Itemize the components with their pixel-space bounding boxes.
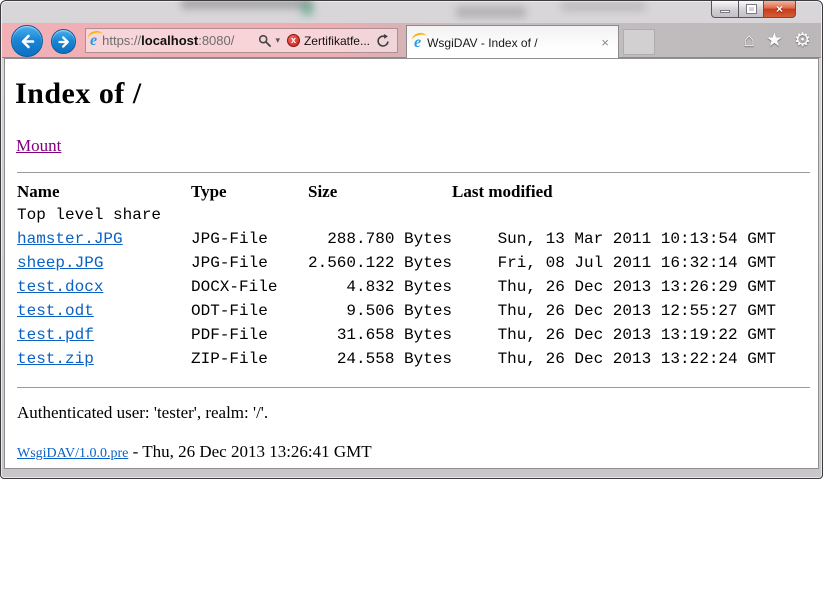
table-row: test.pdf PDF-File 31.658 Bytes Thu, 26 D… xyxy=(17,323,776,347)
tools-gear-icon[interactable]: ⚙ xyxy=(794,28,811,54)
footer: WsgiDAV/1.0.0.pre - Thu, 26 Dec 2013 13:… xyxy=(17,442,818,462)
forward-button[interactable] xyxy=(51,29,76,54)
file-modified: Thu, 26 Dec 2013 13:19:22 GMT xyxy=(452,323,776,347)
file-table-body: Top level share hamster.JPG JPG-File 288… xyxy=(17,203,776,371)
table-row: test.docx DOCX-File 4.832 Bytes Thu, 26 … xyxy=(17,275,776,299)
search-dropdown-icon[interactable]: ▾ xyxy=(275,35,280,46)
certificate-error-icon: x xyxy=(287,34,300,47)
file-modified: Thu, 26 Dec 2013 13:26:29 GMT xyxy=(452,275,776,299)
file-link[interactable]: test.odt xyxy=(17,302,94,320)
close-icon: × xyxy=(776,3,783,15)
minimize-button[interactable] xyxy=(711,1,739,18)
file-size: 2.560.122 Bytes xyxy=(308,251,452,275)
file-link[interactable]: sheep.JPG xyxy=(17,254,103,272)
certificate-error-button[interactable]: x Zertifikatfe... xyxy=(284,32,373,50)
file-modified: Thu, 26 Dec 2013 12:55:27 GMT xyxy=(452,299,776,323)
tab-wsgidav[interactable]: e WsgiDAV - Index of / × xyxy=(406,25,619,59)
table-header-row: Name Type Size Last modified xyxy=(17,180,776,203)
file-size: 288.780 Bytes xyxy=(308,227,452,251)
glass-blur-shape xyxy=(181,0,311,9)
column-header-size: Size xyxy=(308,180,452,203)
certificate-error-label: Zertifikatfe... xyxy=(304,34,370,48)
tab-favicon-ie-icon: e xyxy=(414,35,421,51)
file-size: 9.506 Bytes xyxy=(308,299,452,323)
browser-toolbar-icons: ⌂ ★ ⚙ xyxy=(743,28,811,54)
file-link[interactable]: test.zip xyxy=(17,350,94,368)
file-link[interactable]: test.docx xyxy=(17,278,103,296)
window-controls: × xyxy=(712,1,796,18)
navigation-bar: e https://localhost:8080/ ▾ x Zertifikat… xyxy=(2,23,821,58)
refresh-icon[interactable] xyxy=(376,34,390,48)
file-size: 4.832 Bytes xyxy=(308,275,452,299)
footer-timestamp: - Thu, 26 Dec 2013 13:26:41 GMT xyxy=(128,442,371,461)
divider xyxy=(17,172,810,173)
file-type: JPG-File xyxy=(191,251,308,275)
share-note: Top level share xyxy=(17,203,776,227)
maximize-button[interactable] xyxy=(738,1,764,18)
wsgidav-version-link[interactable]: WsgiDAV/1.0.0.pre xyxy=(17,446,128,461)
forward-arrow-icon xyxy=(57,35,71,49)
share-note-row: Top level share xyxy=(17,203,776,227)
home-icon[interactable]: ⌂ xyxy=(743,28,754,54)
file-size: 24.558 Bytes xyxy=(308,347,452,371)
table-row: hamster.JPG JPG-File 288.780 Bytes Sun, … xyxy=(17,227,776,251)
table-row: sheep.JPG JPG-File 2.560.122 Bytes Fri, … xyxy=(17,251,776,275)
file-modified: Fri, 08 Jul 2011 16:32:14 GMT xyxy=(452,251,776,275)
file-type: ODT-File xyxy=(191,299,308,323)
back-button[interactable] xyxy=(11,25,43,57)
column-header-type: Type xyxy=(191,180,308,203)
tab-title: WsgiDAV - Index of / xyxy=(427,36,593,50)
glass-blur-shape xyxy=(456,6,526,18)
table-row: test.odt ODT-File 9.506 Bytes Thu, 26 De… xyxy=(17,299,776,323)
file-link[interactable]: test.pdf xyxy=(17,326,94,344)
file-type: ZIP-File xyxy=(191,347,308,371)
url-text: https://localhost:8080/ xyxy=(102,33,255,48)
page-content: Index of / Mount Name Type Size Last mod… xyxy=(4,58,819,469)
file-table: Name Type Size Last modified Top level s… xyxy=(17,180,776,371)
file-type: JPG-File xyxy=(191,227,308,251)
file-link[interactable]: hamster.JPG xyxy=(17,230,123,248)
tab-close-icon[interactable]: × xyxy=(599,36,611,49)
file-type: DOCX-File xyxy=(191,275,308,299)
minimize-icon xyxy=(720,10,730,13)
glass-blur-shape xyxy=(301,1,314,16)
favorites-star-icon[interactable]: ★ xyxy=(766,28,783,54)
page-title: Index of / xyxy=(15,77,818,111)
column-header-name: Name xyxy=(17,180,191,203)
table-row: test.zip ZIP-File 24.558 Bytes Thu, 26 D… xyxy=(17,347,776,371)
divider xyxy=(17,387,810,388)
ie-logo-icon: e xyxy=(90,33,97,49)
file-modified: Thu, 26 Dec 2013 13:22:24 GMT xyxy=(452,347,776,371)
authenticated-user-text: Authenticated user: 'tester', realm: '/'… xyxy=(17,403,818,423)
mount-link[interactable]: Mount xyxy=(16,136,61,156)
column-header-last-modified: Last modified xyxy=(452,180,776,203)
file-modified: Sun, 13 Mar 2011 10:13:54 GMT xyxy=(452,227,776,251)
address-bar[interactable]: e https://localhost:8080/ ▾ x Zertifikat… xyxy=(85,28,398,53)
glass-blur-shape xyxy=(561,2,646,11)
maximize-icon xyxy=(747,5,756,13)
close-button[interactable]: × xyxy=(763,1,796,18)
file-type: PDF-File xyxy=(191,323,308,347)
new-tab-button[interactable] xyxy=(623,29,655,55)
search-icon[interactable] xyxy=(258,34,271,47)
file-size: 31.658 Bytes xyxy=(308,323,452,347)
browser-window: × e https://localhost:8080/ ▾ xyxy=(0,0,823,479)
back-arrow-icon xyxy=(19,33,36,50)
